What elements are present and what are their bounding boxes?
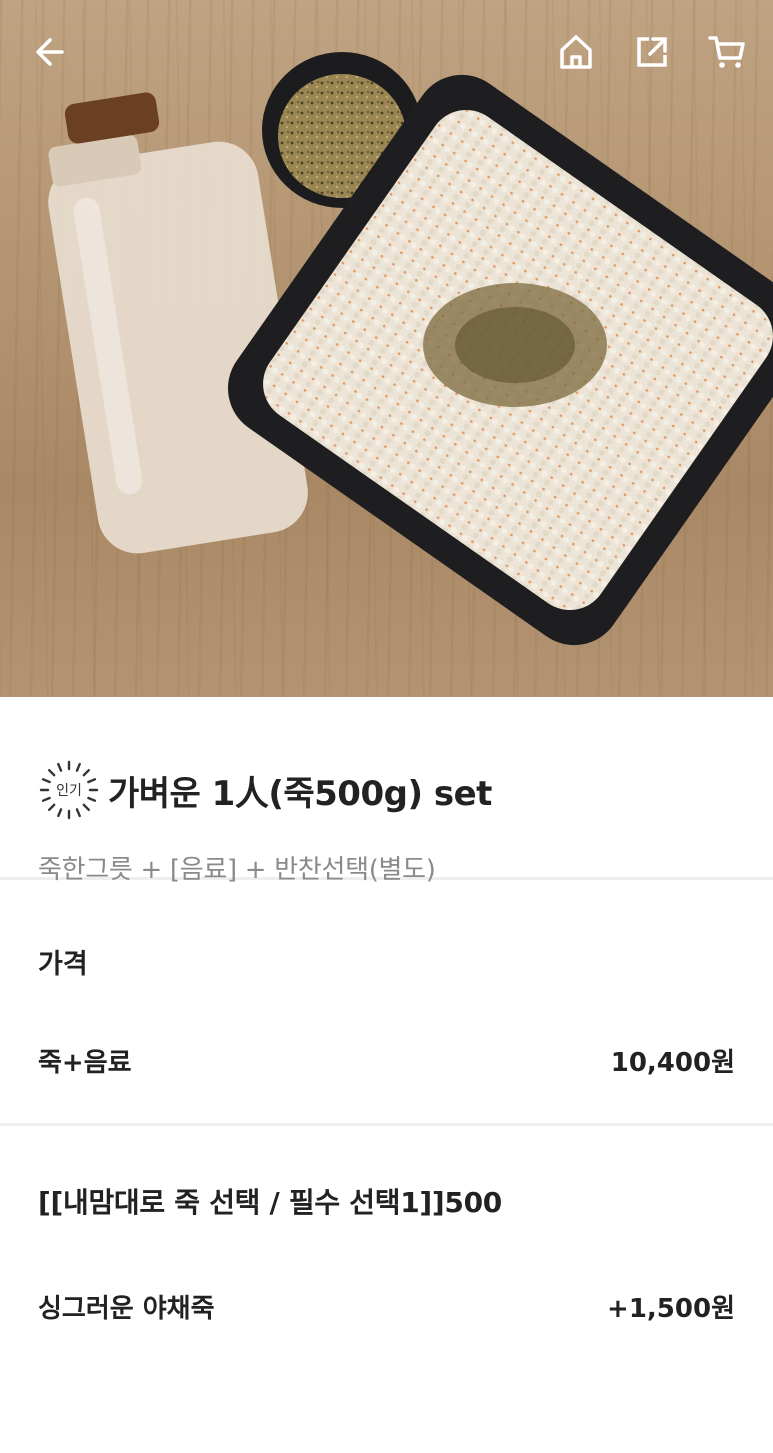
option-group-title: [[내맘대로 죽 선택 / 필수 선택1]]500 xyxy=(38,1186,502,1219)
back-button[interactable] xyxy=(26,30,70,74)
share-icon xyxy=(637,37,667,67)
product-title: 가벼운 1人(죽500g) set xyxy=(108,773,492,814)
price-label: 가격 xyxy=(38,949,88,980)
option-row[interactable]: 싱그러운 야채죽 +1,500원 xyxy=(38,1288,735,1325)
home-icon xyxy=(560,35,592,69)
option-name: 싱그러운 야채죽 xyxy=(38,1294,215,1324)
option-price: +1,500원 xyxy=(607,1294,735,1324)
price-item-value: 10,400원 xyxy=(610,1048,735,1078)
cart-icon xyxy=(708,36,745,68)
share-button[interactable] xyxy=(630,30,674,74)
title-row: 인기 가벼운 1人(죽500g) set xyxy=(38,759,735,821)
cart-button[interactable] xyxy=(705,30,749,74)
popular-badge: 인기 xyxy=(38,759,100,821)
product-info: 인기 가벼운 1人(죽500g) set 죽한그릇 + [음료] + 반찬선택(… xyxy=(0,697,773,885)
price-row: 죽+음료 10,400원 xyxy=(38,1042,735,1079)
home-button[interactable] xyxy=(554,30,598,74)
price-item-name: 죽+음료 xyxy=(38,1048,132,1078)
price-section: 가격 죽+음료 10,400원 xyxy=(0,880,773,1123)
arrow-left-icon xyxy=(36,38,64,66)
option-group-section: [[내맘대로 죽 선택 / 필수 선택1]]500 싱그러운 야채죽 +1,50… xyxy=(0,1126,773,1396)
badge-label: 인기 xyxy=(56,783,82,799)
top-navigation-bar xyxy=(0,0,773,105)
product-hero-image xyxy=(0,0,773,697)
